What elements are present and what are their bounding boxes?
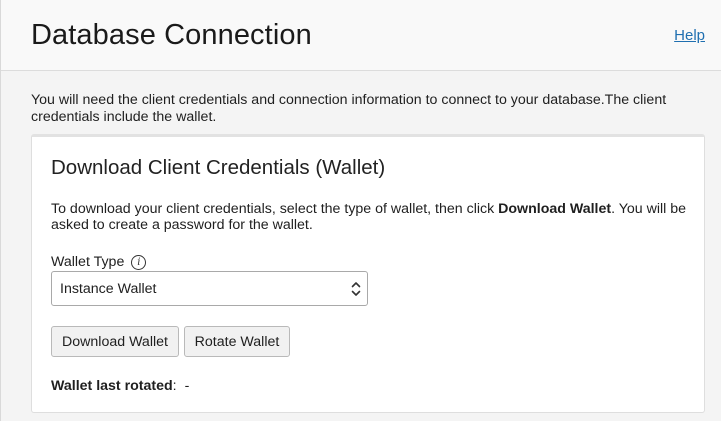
credentials-card: Download Client Credentials (Wallet) To … <box>31 134 705 413</box>
chevron-up-down-icon <box>351 282 361 296</box>
description-text-bold: Download Wallet <box>498 201 612 217</box>
wallet-type-selected-value: Instance Wallet <box>60 281 157 297</box>
last-rotated-colon: : <box>172 378 177 394</box>
download-wallet-button[interactable]: Download Wallet <box>51 326 179 357</box>
rotate-wallet-button[interactable]: Rotate Wallet <box>184 326 290 357</box>
wallet-type-select[interactable]: Instance Wallet <box>51 271 368 306</box>
card-description: To download your client credentials, sel… <box>51 201 691 233</box>
page-header: Database Connection Help <box>1 0 721 71</box>
help-link[interactable]: Help <box>674 27 705 44</box>
wallet-type-label: Wallet Type i <box>51 254 147 270</box>
description-text-before: To download your client credentials, sel… <box>51 201 499 217</box>
card-title: Download Client Credentials (Wallet) <box>51 156 386 179</box>
info-icon[interactable]: i <box>131 254 147 270</box>
page-title: Database Connection <box>31 19 312 51</box>
wallet-type-label-text: Wallet Type <box>51 254 125 270</box>
app-frame: Database Connection Help You will need t… <box>0 0 721 421</box>
last-rotated-value: - <box>184 378 190 394</box>
wallet-last-rotated: Wallet last rotated: - <box>51 378 189 394</box>
last-rotated-label: Wallet last rotated <box>51 378 173 394</box>
intro-text: You will need the client credentials and… <box>31 92 667 125</box>
